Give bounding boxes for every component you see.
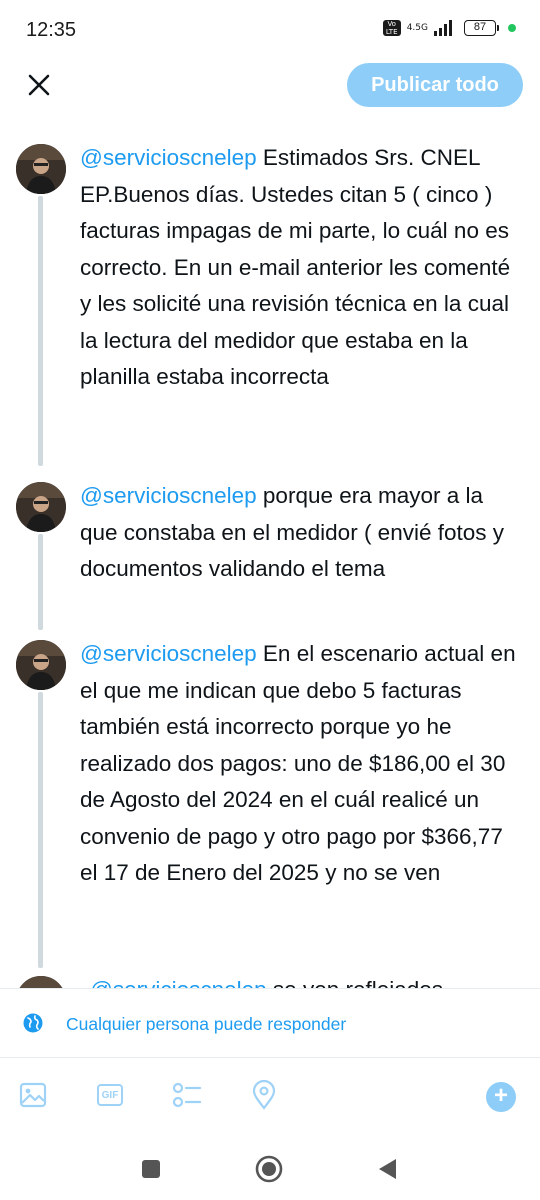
reply-setting-bar[interactable]: Cualquier persona puede responder — [0, 988, 540, 1058]
volte-icon: Vo LTE — [382, 20, 401, 36]
avatar[interactable] — [16, 640, 66, 690]
thread-connector-line — [38, 534, 43, 630]
close-icon — [28, 74, 50, 96]
avatar[interactable] — [16, 976, 66, 988]
tweet-text[interactable]: @servicioscnelep En el escenario actual … — [80, 636, 526, 892]
tweet-body: Estimados Srs. CNEL EP.Buenos días. Uste… — [80, 145, 511, 389]
home-button[interactable] — [254, 1154, 284, 1184]
add-location-button[interactable] — [249, 1080, 279, 1110]
thread-connector-line — [38, 196, 43, 466]
add-image-button[interactable] — [18, 1080, 48, 1110]
tweet-body: En el escenario actual en el que me indi… — [80, 641, 516, 885]
recents-icon — [142, 1160, 160, 1178]
close-button[interactable] — [22, 68, 56, 102]
mention-link[interactable]: @servicioscnelep — [80, 483, 257, 508]
back-icon — [379, 1159, 396, 1179]
reply-setting-label[interactable]: Cualquier persona puede responder — [66, 1014, 346, 1035]
tweet-text[interactable]: @servicioscnelep Estimados Srs. CNEL EP.… — [80, 140, 526, 396]
compose-toolbar: GIF + — [0, 1060, 540, 1136]
system-nav-bar — [0, 1140, 540, 1200]
image-icon — [19, 1082, 47, 1108]
back-button[interactable] — [372, 1154, 402, 1184]
network-type: 4.5G — [406, 22, 428, 33]
status-bar: 12:35 Vo LTE 4.5G 87 — [0, 0, 540, 60]
poll-icon — [172, 1082, 202, 1108]
tweet-text[interactable]: @servicioscnelep porque era mayor a la q… — [80, 478, 526, 588]
avatar-photo — [16, 144, 66, 194]
mention-link[interactable]: @servicioscnelep — [80, 641, 257, 666]
avatar-photo — [16, 482, 66, 532]
add-poll-button[interactable] — [172, 1080, 202, 1110]
tweet-text[interactable]: @servicioscnelep se ven reflejados — [90, 972, 536, 988]
status-time: 12:35 — [26, 19, 77, 41]
avatar[interactable] — [16, 482, 66, 532]
mention-link[interactable]: @servicioscnelep — [80, 145, 257, 170]
tweet-body: se ven reflejados — [267, 977, 443, 988]
add-tweet-button[interactable]: + — [486, 1082, 516, 1112]
avatar-photo — [16, 976, 66, 988]
add-gif-button[interactable]: GIF — [95, 1080, 125, 1110]
battery-icon: 87 — [464, 20, 499, 36]
location-icon — [252, 1080, 276, 1110]
avatar-photo — [16, 640, 66, 690]
gif-icon: GIF — [97, 1084, 123, 1106]
avatar[interactable] — [16, 144, 66, 194]
signal-icon — [434, 20, 452, 36]
recents-button[interactable] — [136, 1154, 166, 1184]
home-icon — [255, 1155, 283, 1183]
thread-composer: @servicioscnelep Estimados Srs. CNEL EP.… — [0, 130, 540, 988]
thread-connector-line — [38, 692, 43, 968]
status-icons: Vo LTE 4.5G 87 — [382, 20, 516, 36]
mention-link[interactable]: @servicioscnelep — [90, 977, 267, 988]
privacy-indicator-dot — [508, 24, 516, 32]
publish-all-button[interactable]: Publicar todo — [347, 63, 523, 107]
globe-icon — [23, 1013, 43, 1033]
